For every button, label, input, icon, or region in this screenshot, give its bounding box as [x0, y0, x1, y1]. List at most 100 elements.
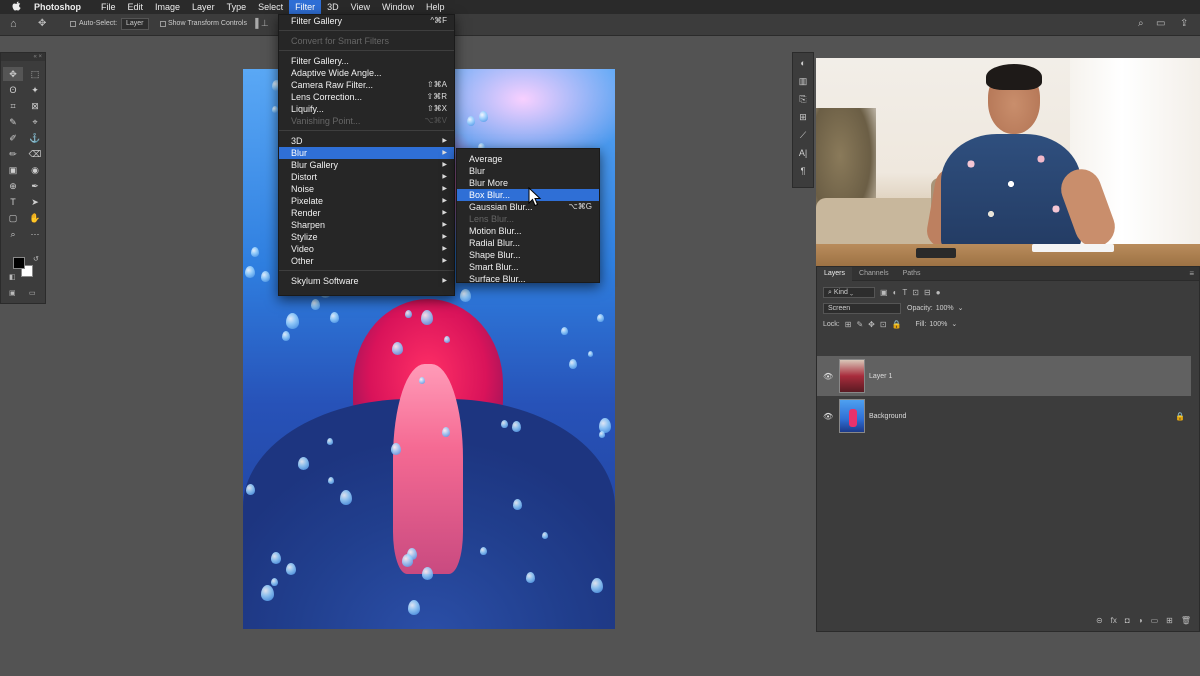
tool-icon-1[interactable]: ⬚	[25, 67, 45, 81]
auto-select-target-dropdown[interactable]: Layer	[121, 18, 149, 30]
menu-item-3d[interactable]: 3D ▶	[279, 135, 454, 147]
layer-row-layer-1[interactable]: 👁 Layer 1	[817, 356, 1191, 396]
workspace-icon[interactable]: ▭	[1156, 18, 1165, 29]
adjustment-icon[interactable]: ◑	[1138, 616, 1143, 625]
layer-row-background[interactable]: 👁 Background 🔒	[817, 396, 1199, 436]
blur-item-shape-blur[interactable]: Shape Blur...	[457, 249, 599, 261]
tool-icon-5[interactable]: ⊠	[25, 99, 45, 113]
dock-icon-4[interactable]: ⟋	[793, 127, 813, 143]
menu-item-sharpen[interactable]: Sharpen ▶	[279, 219, 454, 231]
menu-image[interactable]: Image	[149, 0, 186, 14]
menu-item-skylum[interactable]: Skylum Software ▶	[279, 275, 454, 287]
default-colors-icon[interactable]: ◧	[9, 273, 16, 281]
menu-item-pixelate[interactable]: Pixelate ▶	[279, 195, 454, 207]
auto-select-checkbox[interactable]	[70, 21, 76, 27]
menu-3d[interactable]: 3D	[321, 0, 345, 14]
fill-value[interactable]: 100%	[929, 321, 947, 328]
tool-icon-8[interactable]: ✐	[3, 131, 23, 145]
tools-panel-header[interactable]: « ×	[1, 53, 45, 61]
tool-icon-7[interactable]: ⌖	[25, 115, 45, 129]
opacity-value[interactable]: 100%	[936, 305, 954, 312]
tool-icon-2[interactable]: ʘ	[3, 83, 23, 97]
menu-item-liquify[interactable]: Liquify... ⇧⌘X	[279, 103, 454, 115]
menu-item-lens-correction[interactable]: Lens Correction... ⇧⌘R	[279, 91, 454, 103]
opacity-chevron-icon[interactable]: ⌄	[958, 304, 964, 312]
filter-toggle-icon[interactable]: ●	[936, 288, 941, 297]
menu-file[interactable]: File	[95, 0, 122, 14]
visibility-eye-icon[interactable]: 👁	[823, 412, 837, 421]
menu-item-filter-gallery[interactable]: Filter Gallery...	[279, 55, 454, 67]
menu-edit[interactable]: Edit	[122, 0, 150, 14]
menu-help[interactable]: Help	[420, 0, 451, 14]
show-transform-checkbox[interactable]	[160, 21, 166, 27]
align-icons[interactable]: ▐ ⊥	[252, 18, 269, 29]
tool-icon-11[interactable]: ⌫	[25, 147, 45, 161]
tool-icon-12[interactable]: ▣	[3, 163, 23, 177]
add-mask-icon[interactable]: ◘	[1125, 616, 1130, 625]
filter-type-icon[interactable]: T	[902, 288, 907, 297]
tab-channels[interactable]: Channels	[852, 267, 896, 281]
search-icon[interactable]: ⌕	[1138, 18, 1144, 29]
new-layer-icon[interactable]: ⊞	[1166, 616, 1173, 625]
lock-pixels-icon[interactable]: ✎	[856, 320, 863, 329]
panel-menu-icon[interactable]: ≡	[1189, 269, 1194, 278]
menu-item-stylize[interactable]: Stylize ▶	[279, 231, 454, 243]
filter-smart-icon[interactable]: ⊟	[924, 288, 931, 297]
menu-item-render[interactable]: Render ▶	[279, 207, 454, 219]
tool-icon-20[interactable]: ⌕	[3, 227, 23, 241]
home-icon[interactable]: ⌂	[10, 18, 17, 30]
tool-icon-4[interactable]: ⌗	[3, 99, 23, 113]
menu-item-last-filter[interactable]: Filter Gallery ^⌘F	[279, 15, 454, 27]
menu-item-blur-gallery[interactable]: Blur Gallery ▶	[279, 159, 454, 171]
tool-icon-3[interactable]: ✦	[25, 83, 45, 97]
tool-icon-16[interactable]: T	[3, 195, 23, 209]
blur-item-motion-blur[interactable]: Motion Blur...	[457, 225, 599, 237]
fill-chevron-icon[interactable]: ⌄	[951, 320, 957, 328]
lock-all-icon[interactable]: 🔒	[892, 320, 902, 329]
filter-adjust-icon[interactable]: ◐	[893, 288, 898, 297]
lock-artboard-icon[interactable]: ⊡	[880, 320, 887, 329]
menu-item-distort[interactable]: Distort ▶	[279, 171, 454, 183]
visibility-eye-icon[interactable]: 👁	[823, 372, 837, 381]
foreground-color-swatch[interactable]	[13, 257, 25, 269]
menu-layer[interactable]: Layer	[186, 0, 221, 14]
menu-window[interactable]: Window	[376, 0, 420, 14]
blur-item-smart-blur[interactable]: Smart Blur...	[457, 261, 599, 273]
layer-name[interactable]: Background	[869, 413, 906, 420]
filter-pixel-icon[interactable]: ▣	[880, 288, 888, 297]
menu-item-camera-raw-filter[interactable]: Camera Raw Filter... ⇧⌘A	[279, 79, 454, 91]
blend-mode-dropdown[interactable]: Screen	[823, 302, 901, 314]
menu-item-video[interactable]: Video ▶	[279, 243, 454, 255]
dock-icon-0[interactable]: ◐	[793, 55, 813, 71]
dock-icon-5[interactable]: A|	[793, 145, 813, 161]
tool-icon-15[interactable]: ✒	[25, 179, 45, 193]
kind-filter-dropdown[interactable]: ⌕ Kind ⌄	[823, 286, 875, 298]
menu-type[interactable]: Type	[221, 0, 253, 14]
tool-icon-6[interactable]: ✎	[3, 115, 23, 129]
move-tool-icon[interactable]: ✥	[38, 18, 46, 29]
filter-shape-icon[interactable]: ⊡	[912, 288, 919, 297]
tool-icon-19[interactable]: ✋	[25, 211, 45, 225]
menu-item-noise[interactable]: Noise ▶	[279, 183, 454, 195]
dock-icon-2[interactable]: ⎘	[793, 91, 813, 107]
menu-item-adaptive-wide-angle[interactable]: Adaptive Wide Angle...	[279, 67, 454, 79]
trash-icon[interactable]: 🗑	[1181, 616, 1191, 625]
apple-menu-icon[interactable]	[12, 0, 26, 14]
screen-mode-icon[interactable]: ▭	[29, 289, 36, 297]
tab-layers[interactable]: Layers	[817, 266, 853, 281]
tool-icon-18[interactable]: ▢	[3, 211, 23, 225]
blur-item-blur[interactable]: Blur	[457, 165, 599, 177]
tool-icon-10[interactable]: ✏	[3, 147, 23, 161]
tool-icon-9[interactable]: ⚓	[25, 131, 45, 145]
fx-icon[interactable]: fx	[1111, 616, 1117, 625]
dock-icon-1[interactable]: ▥	[793, 73, 813, 89]
tool-icon-13[interactable]: ◉	[25, 163, 45, 177]
menu-filter[interactable]: Filter	[289, 0, 322, 14]
lock-position-icon[interactable]: ✥	[868, 320, 875, 329]
swap-colors-icon[interactable]: ↺	[33, 255, 39, 263]
dock-icon-3[interactable]: ⊞	[793, 109, 813, 125]
blur-item-surface-blur[interactable]: Surface Blur...	[457, 273, 599, 285]
blur-item-average[interactable]: Average	[457, 153, 599, 165]
blur-item-radial-blur[interactable]: Radial Blur...	[457, 237, 599, 249]
group-folder-icon[interactable]: ▭	[1151, 616, 1159, 625]
